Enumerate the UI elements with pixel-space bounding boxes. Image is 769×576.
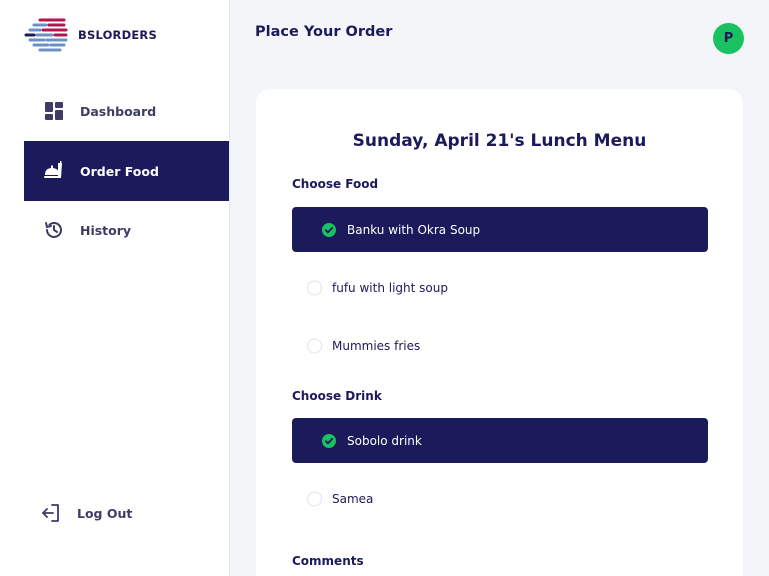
history-icon — [43, 219, 65, 241]
option-label: Samea — [332, 491, 374, 506]
dashboard-icon — [43, 100, 65, 122]
logo-icon — [24, 18, 68, 52]
food-option-banku[interactable]: Banku with Okra Soup — [292, 207, 708, 252]
option-label: Mummies fries — [332, 338, 421, 353]
sidebar-item-label: History — [80, 222, 132, 238]
sidebar-item-order-food[interactable]: Order Food — [24, 141, 229, 201]
sidebar-item-history[interactable]: History — [24, 200, 229, 260]
app-root: BSLORDERS Dashboard Order Food History L… — [0, 0, 769, 576]
radio-button[interactable] — [307, 338, 322, 353]
page-title: Place Your Order — [255, 24, 393, 40]
drink-option-samea[interactable]: Samea — [292, 476, 708, 521]
logout-icon — [40, 502, 62, 524]
food-option-fufu[interactable]: fufu with light soup — [292, 265, 708, 310]
sidebar-item-label: Dashboard — [80, 103, 157, 119]
radio-button[interactable] — [307, 491, 322, 506]
option-label: Sobolo drink — [347, 433, 422, 448]
logout-label: Log Out — [77, 505, 133, 521]
drink-option-sobolo[interactable]: Sobolo drink — [292, 418, 708, 463]
choose-food-label: Choose Food — [292, 177, 379, 191]
sidebar-item-dashboard[interactable]: Dashboard — [24, 81, 229, 141]
food-tray-icon — [43, 160, 65, 182]
option-label: fufu with light soup — [332, 280, 448, 295]
comments-label: Comments — [292, 554, 364, 568]
brand-logo[interactable]: BSLORDERS — [24, 17, 157, 53]
brand-name: BSLORDERS — [78, 28, 157, 42]
check-circle-icon — [322, 433, 336, 448]
option-label: Banku with Okra Soup — [347, 222, 481, 237]
radio-button[interactable] — [307, 280, 322, 295]
menu-title: Sunday, April 21's Lunch Menu — [352, 131, 647, 151]
sidebar-item-label: Order Food — [80, 163, 159, 179]
order-card: Sunday, April 21's Lunch Menu Choose Foo… — [256, 89, 743, 576]
choose-drink-label: Choose Drink — [292, 389, 382, 403]
sidebar: BSLORDERS Dashboard Order Food History L… — [0, 0, 230, 576]
check-circle-icon — [322, 222, 336, 237]
food-option-mummies-fries[interactable]: Mummies fries — [292, 323, 708, 368]
avatar[interactable]: P — [713, 23, 744, 54]
logout-button[interactable]: Log Out — [24, 483, 229, 543]
